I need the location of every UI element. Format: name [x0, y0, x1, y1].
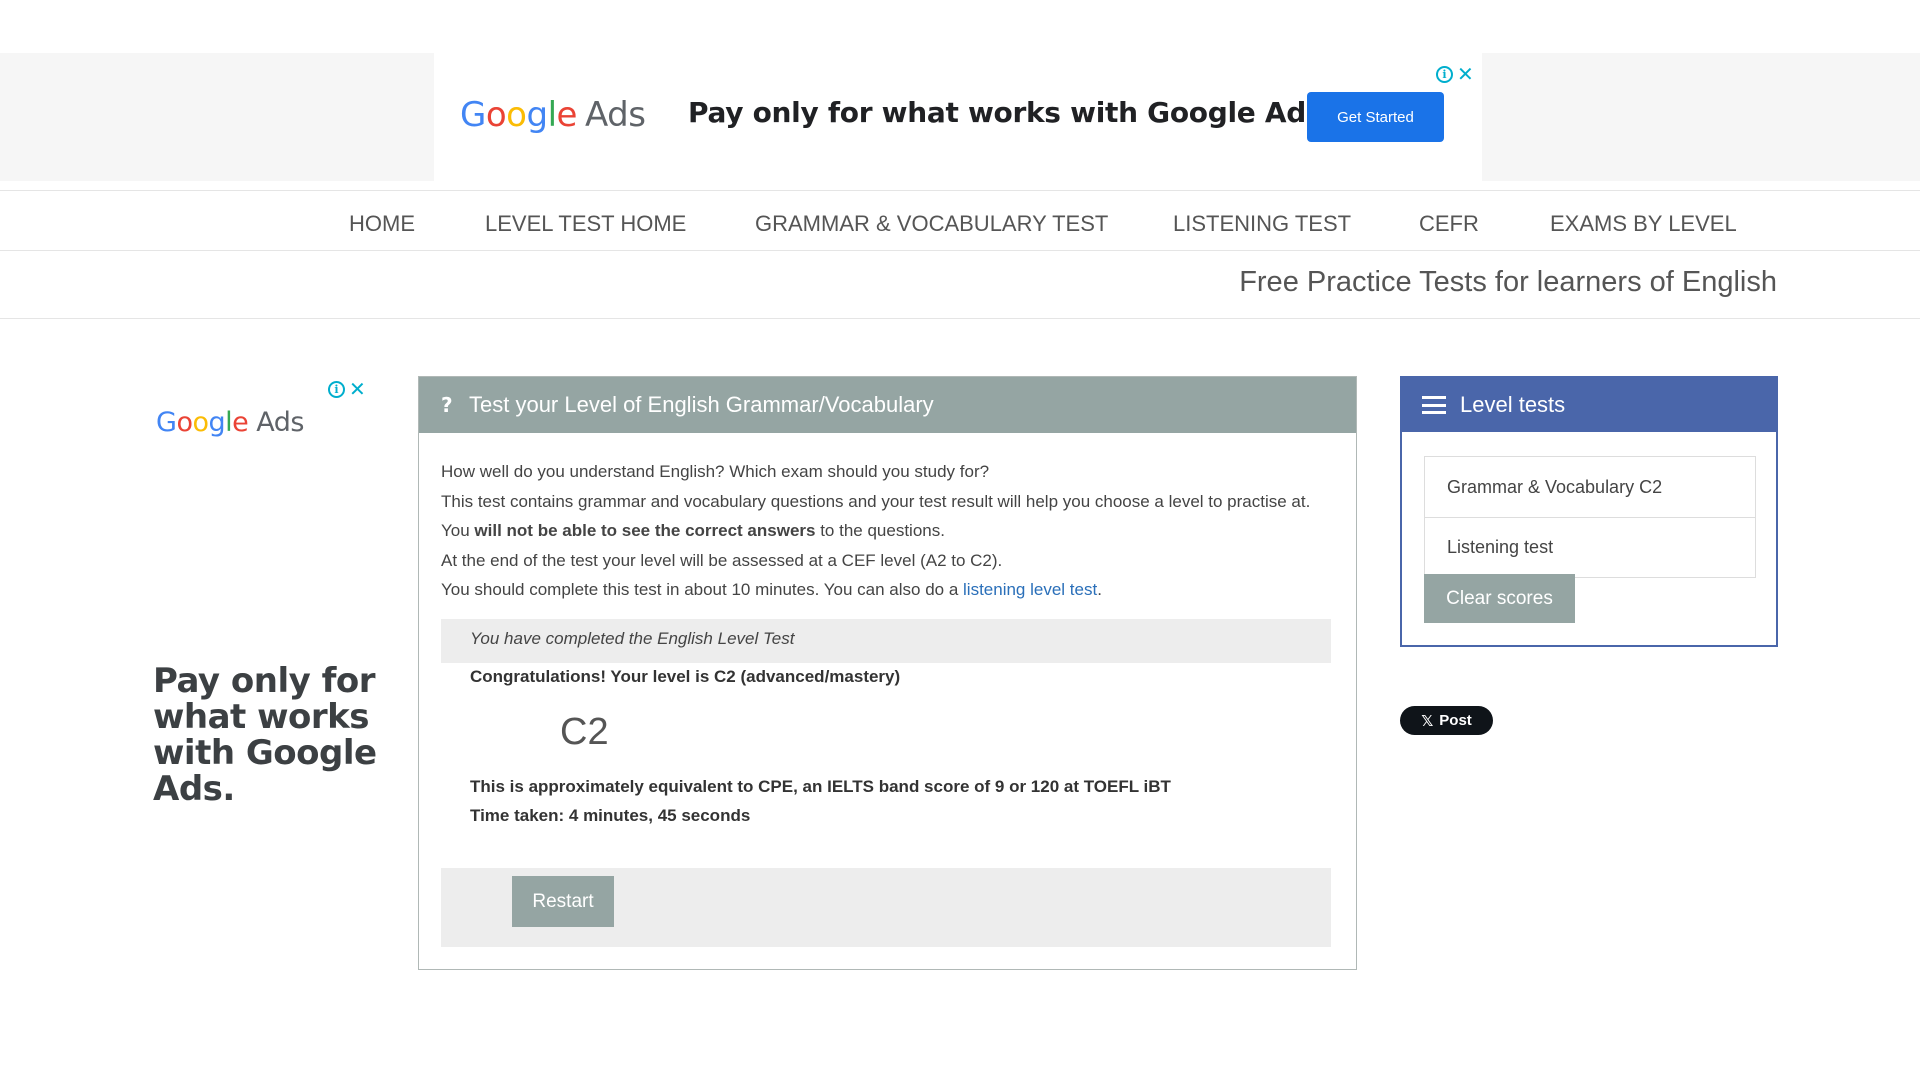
x-post-button[interactable]: 𝕏 Post: [1400, 706, 1493, 735]
clear-scores-button[interactable]: Clear scores: [1424, 574, 1575, 623]
time-taken: Time taken: 4 minutes, 45 seconds: [470, 806, 751, 825]
google-ads-logo: Google Ads: [460, 95, 646, 135]
main-nav: HOME LEVEL TEST HOME GRAMMAR & VOCABULAR…: [0, 190, 1920, 251]
equivalent-text: This is approximately equivalent to CPE,…: [470, 777, 1171, 796]
list-item-listening-test[interactable]: Listening test: [1424, 517, 1756, 578]
intro-line: This test contains grammar and vocabular…: [441, 491, 1311, 541]
get-started-button[interactable]: Get Started: [1307, 92, 1444, 142]
intro-bold: will not be able to see the correct answ…: [474, 521, 816, 540]
info-icon[interactable]: i: [1436, 65, 1453, 83]
level-tests-list: Grammar & Vocabulary C2 Listening test: [1424, 456, 1756, 578]
congratulations-text: Congratulations! Your level is C2 (advan…: [470, 667, 901, 686]
test-panel-title: Test your Level of English Grammar/Vocab…: [469, 392, 934, 417]
info-icon[interactable]: i: [328, 380, 345, 398]
top-ad[interactable]: Google Ads Pay only for what works with G…: [434, 53, 1482, 181]
test-intro: How well do you understand English? Whic…: [441, 457, 1341, 605]
x-logo-icon: 𝕏: [1421, 711, 1434, 730]
level-tests-header: Level tests: [1402, 378, 1776, 432]
intro-line: At the end of the test your level will b…: [441, 550, 1003, 570]
x-post-label: Post: [1439, 712, 1472, 729]
ad-headline[interactable]: Pay only for what works with Google Ads.: [153, 663, 383, 807]
ad-controls: i ✕: [1436, 64, 1474, 84]
ad-headline[interactable]: Pay only for what works with Google Ads.: [688, 96, 1333, 129]
level-tests-title: Level tests: [1460, 392, 1566, 417]
level-result: C2: [560, 711, 609, 753]
listening-level-test-link[interactable]: listening level test: [963, 580, 1097, 599]
nav-grammar-vocabulary-test[interactable]: GRAMMAR & VOCABULARY TEST: [755, 211, 1108, 237]
ad-controls: i ✕: [328, 379, 366, 399]
nav-cefr[interactable]: CEFR: [1419, 211, 1479, 237]
test-panel: ? Test your Level of English Grammar/Voc…: [418, 376, 1357, 970]
restart-button[interactable]: Restart: [512, 876, 614, 927]
tagline-bar: Free Practice Tests for learners of Engl…: [0, 251, 1920, 319]
nav-exams-by-level[interactable]: EXAMS BY LEVEL: [1550, 211, 1737, 237]
close-icon[interactable]: ✕: [349, 379, 366, 399]
nav-home[interactable]: HOME: [349, 211, 415, 237]
completed-message: You have completed the English Level Tes…: [470, 629, 795, 648]
nav-level-test-home[interactable]: LEVEL TEST HOME: [485, 211, 686, 237]
list-item-grammar-vocabulary[interactable]: Grammar & Vocabulary C2: [1424, 456, 1756, 517]
list-icon: [1422, 396, 1446, 414]
level-tests-panel: Level tests Grammar & Vocabulary C2 List…: [1400, 376, 1778, 647]
restart-bar: Restart: [441, 868, 1331, 947]
nav-listening-test[interactable]: LISTENING TEST: [1173, 211, 1351, 237]
left-ad[interactable]: Google Ads i ✕ Pay only for what works wi…: [140, 373, 377, 823]
intro-line: You should complete this test in about 1…: [441, 580, 1102, 599]
intro-line: How well do you understand English? Whic…: [441, 462, 990, 481]
question-icon: ?: [441, 393, 453, 417]
site-tagline: Free Practice Tests for learners of Engl…: [1239, 266, 1777, 298]
google-ads-logo: Google Ads: [156, 407, 304, 438]
close-icon[interactable]: ✕: [1457, 64, 1474, 84]
test-panel-header: ? Test your Level of English Grammar/Voc…: [419, 377, 1356, 433]
completed-bar: You have completed the English Level Tes…: [441, 619, 1331, 663]
